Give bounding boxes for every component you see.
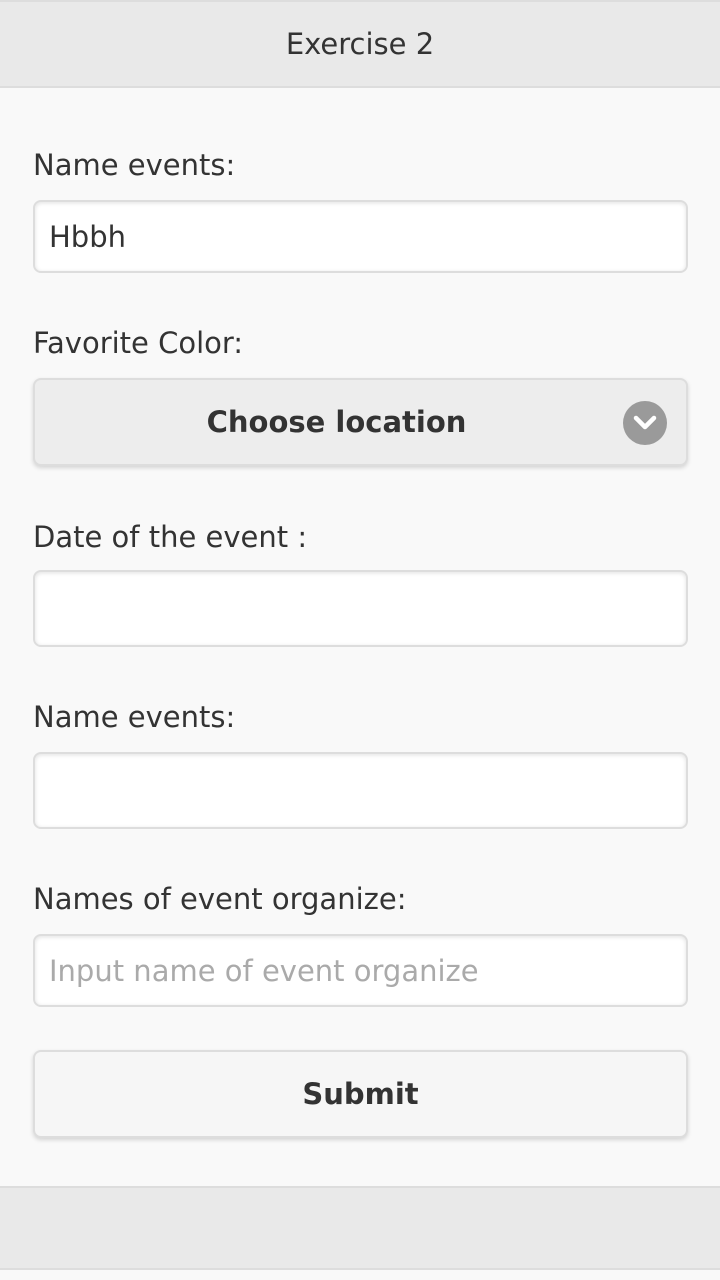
submit-button[interactable]: Submit (33, 1050, 688, 1138)
header-bar: Exercise 2 (0, 0, 720, 88)
organizer-input[interactable] (33, 934, 688, 1007)
event-date-label: Date of the event : (33, 520, 308, 554)
footer-bar (0, 1186, 720, 1270)
organizer-label: Names of event organize: (33, 882, 407, 916)
event-date-input[interactable] (33, 570, 688, 647)
name-events-label-2: Name events: (33, 700, 236, 734)
page-title: Exercise 2 (285, 27, 435, 61)
chevron-down-icon (623, 401, 667, 445)
name-events-label: Name events: (33, 148, 236, 182)
favorite-color-label: Favorite Color: (33, 326, 244, 360)
select-value: Choose location (206, 405, 467, 439)
name-events-input-2[interactable] (33, 752, 688, 829)
favorite-color-select[interactable]: Choose location (33, 378, 688, 466)
name-events-input[interactable] (33, 200, 688, 273)
